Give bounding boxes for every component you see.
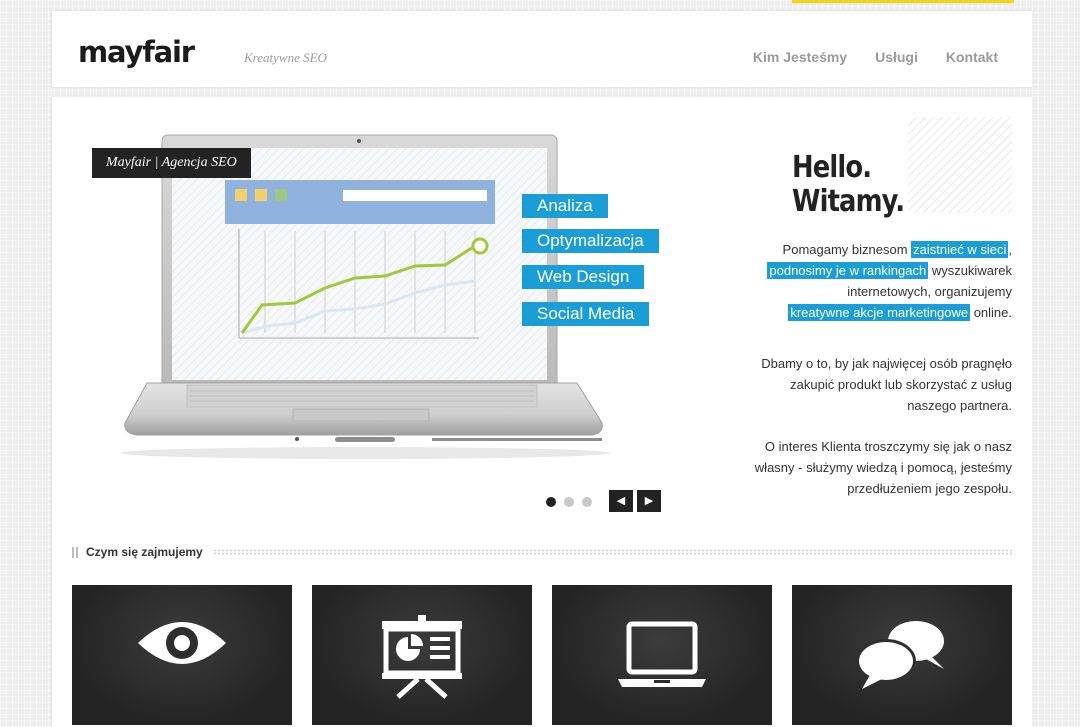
nav-uslugi[interactable]: Usługi [875,49,918,65]
presentation-board-icon [382,615,462,699]
service-card-analysis[interactable] [72,585,292,725]
highlight-kreatywne: kreatywne akcje marketingowe [788,304,971,321]
intro-paragraph-1: Pomagamy biznesom zaistnieć w sieci, podn… [744,239,1012,323]
nav-kontakt[interactable]: Kontakt [946,49,998,65]
pill-web-design: Web Design [522,265,645,289]
slider-dot-3[interactable] [582,497,592,507]
chevron-right-icon: ▶ [644,495,654,507]
p1-text-1: Pomagamy biznesom [782,242,912,257]
intro-paragraph-2: Dbamy o to, by jak najwięcej osób pragnę… [761,356,1012,413]
slider-next-button[interactable]: ▶ [637,490,661,512]
slider-dot-1[interactable] [546,497,556,507]
highlight-zaistniec: zaistnieć w sieci [911,241,1009,258]
section-bar-icon [72,546,78,558]
services-heading: Czym się zajmujemy [72,545,1012,559]
pill-optymalizacja: Optymalizacja [522,229,659,253]
slider-dot-2[interactable] [564,497,574,507]
pill-analiza: Analiza [522,194,608,218]
witamy-line: Witamy. [792,184,905,219]
slider-prev-button[interactable]: ◀ [609,490,633,512]
service-card-web[interactable] [552,585,772,725]
main-content: Mayfair | Agencja SEO Analiza Optymaliza… [52,97,1032,727]
top-accent-bar [792,0,1014,3]
laptop-icon [618,621,706,687]
hello-line: Hello. [792,150,872,185]
hello-heading: Hello. Witamy. [792,150,905,219]
p1-text-2: , [1008,242,1012,257]
hatch-decoration [908,117,1012,213]
site-header: mayfair Kreatywne SEO Kim Jesteśmy Usług… [52,11,1032,87]
tagline: Kreatywne SEO [244,50,327,65]
eye-icon [138,622,226,664]
laptop-illustration [120,134,610,459]
chat-bubbles-icon [856,621,944,689]
dotted-divider [212,548,1012,556]
services-title: Czym się zajmujemy [86,545,203,559]
intro-paragraph-3: O interes Klienta troszczymy się jak o n… [754,439,1012,496]
chevron-left-icon: ◀ [616,495,626,507]
p1-text-4: online. [970,305,1012,320]
service-card-social[interactable] [792,585,1012,725]
highlight-podnosimy: podnosimy je w rankingach [767,262,929,279]
service-card-presentation[interactable] [312,585,532,725]
slide-badge: Mayfair | Agencja SEO [92,148,251,178]
main-nav: Kim Jesteśmy Usługi Kontakt [753,49,998,65]
logo[interactable]: mayfair [78,35,195,69]
pill-social-media: Social Media [522,302,650,326]
nav-kim-jestesmy[interactable]: Kim Jesteśmy [753,49,847,65]
